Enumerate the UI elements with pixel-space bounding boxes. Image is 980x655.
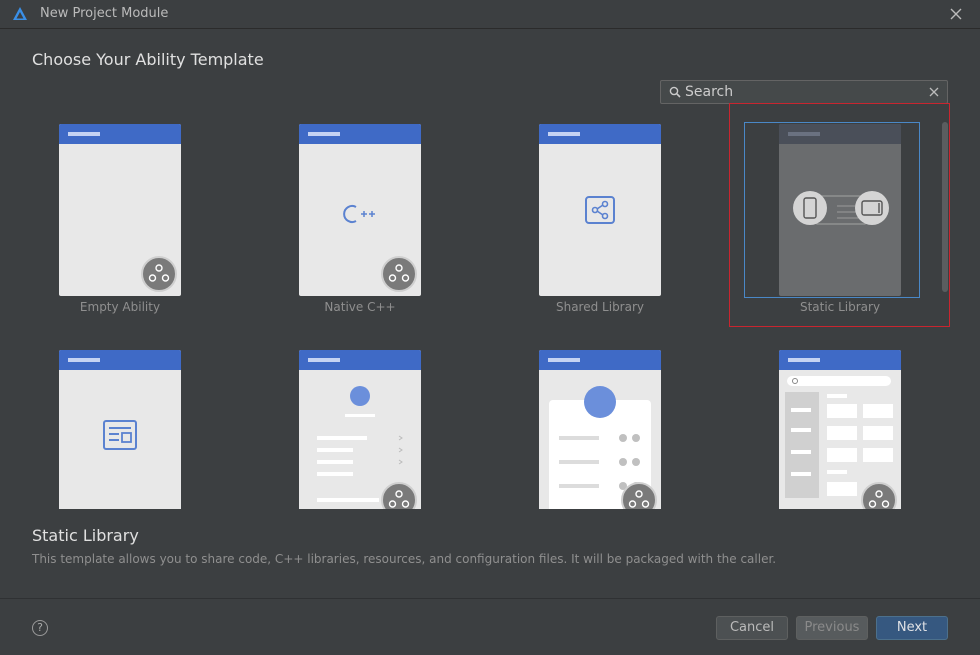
ability-badge-icon (861, 482, 897, 509)
ability-badge-icon (381, 256, 417, 292)
template-thumbnail (299, 350, 421, 509)
title-bar: New Project Module (0, 0, 980, 29)
cpp-logo-icon (343, 205, 375, 223)
template-thumbnail (539, 124, 661, 296)
window-title: New Project Module (40, 6, 169, 21)
ability-badge-icon (381, 482, 417, 509)
cancel-button[interactable]: Cancel (716, 616, 788, 640)
ability-badge-icon (621, 482, 657, 509)
template-thumbnail (539, 350, 661, 509)
gallery-scrollbar[interactable] (942, 122, 948, 292)
search-icon (669, 86, 681, 98)
template-card-empty-ability[interactable]: Empty Ability (0, 108, 240, 322)
template-label: Native C++ (324, 300, 396, 314)
search-box[interactable] (660, 80, 948, 104)
template-card-static-library[interactable]: Static Library (720, 108, 960, 322)
app-logo-icon (13, 7, 27, 20)
template-thumbnail (299, 124, 421, 296)
template-thumbnail (779, 350, 901, 509)
template-card-5[interactable] (0, 334, 240, 509)
template-description-text: This template allows you to share code, … (32, 552, 777, 566)
template-label: Static Library (799, 300, 881, 314)
template-label: Shared Library (555, 300, 645, 314)
template-gallery: Empty Ability Native C++ Shared Library … (0, 108, 980, 509)
page-title: Choose Your Ability Template (32, 50, 264, 69)
template-card-8[interactable] (720, 334, 960, 509)
template-card-native-cpp[interactable]: Native C++ (240, 108, 480, 322)
template-thumbnail (779, 124, 901, 296)
help-icon[interactable]: ? (32, 620, 48, 636)
template-description-title: Static Library (32, 526, 139, 545)
ability-badge-icon (141, 256, 177, 292)
search-input[interactable] (685, 82, 920, 102)
static-library-icon (793, 191, 889, 225)
clear-search-icon[interactable] (927, 85, 941, 99)
template-thumbnail (59, 124, 181, 296)
close-icon[interactable] (948, 6, 964, 22)
form-icon (103, 420, 137, 450)
previous-button[interactable]: Previous (796, 616, 868, 640)
template-card-shared-library[interactable]: Shared Library (480, 108, 720, 322)
next-button[interactable]: Next (876, 616, 948, 640)
template-card-7[interactable] (480, 334, 720, 509)
template-card-6[interactable] (240, 334, 480, 509)
template-label: Empty Ability (79, 300, 161, 314)
share-icon (585, 196, 615, 224)
dialog-footer: ? Cancel Previous Next (0, 598, 980, 655)
template-thumbnail (59, 350, 181, 509)
